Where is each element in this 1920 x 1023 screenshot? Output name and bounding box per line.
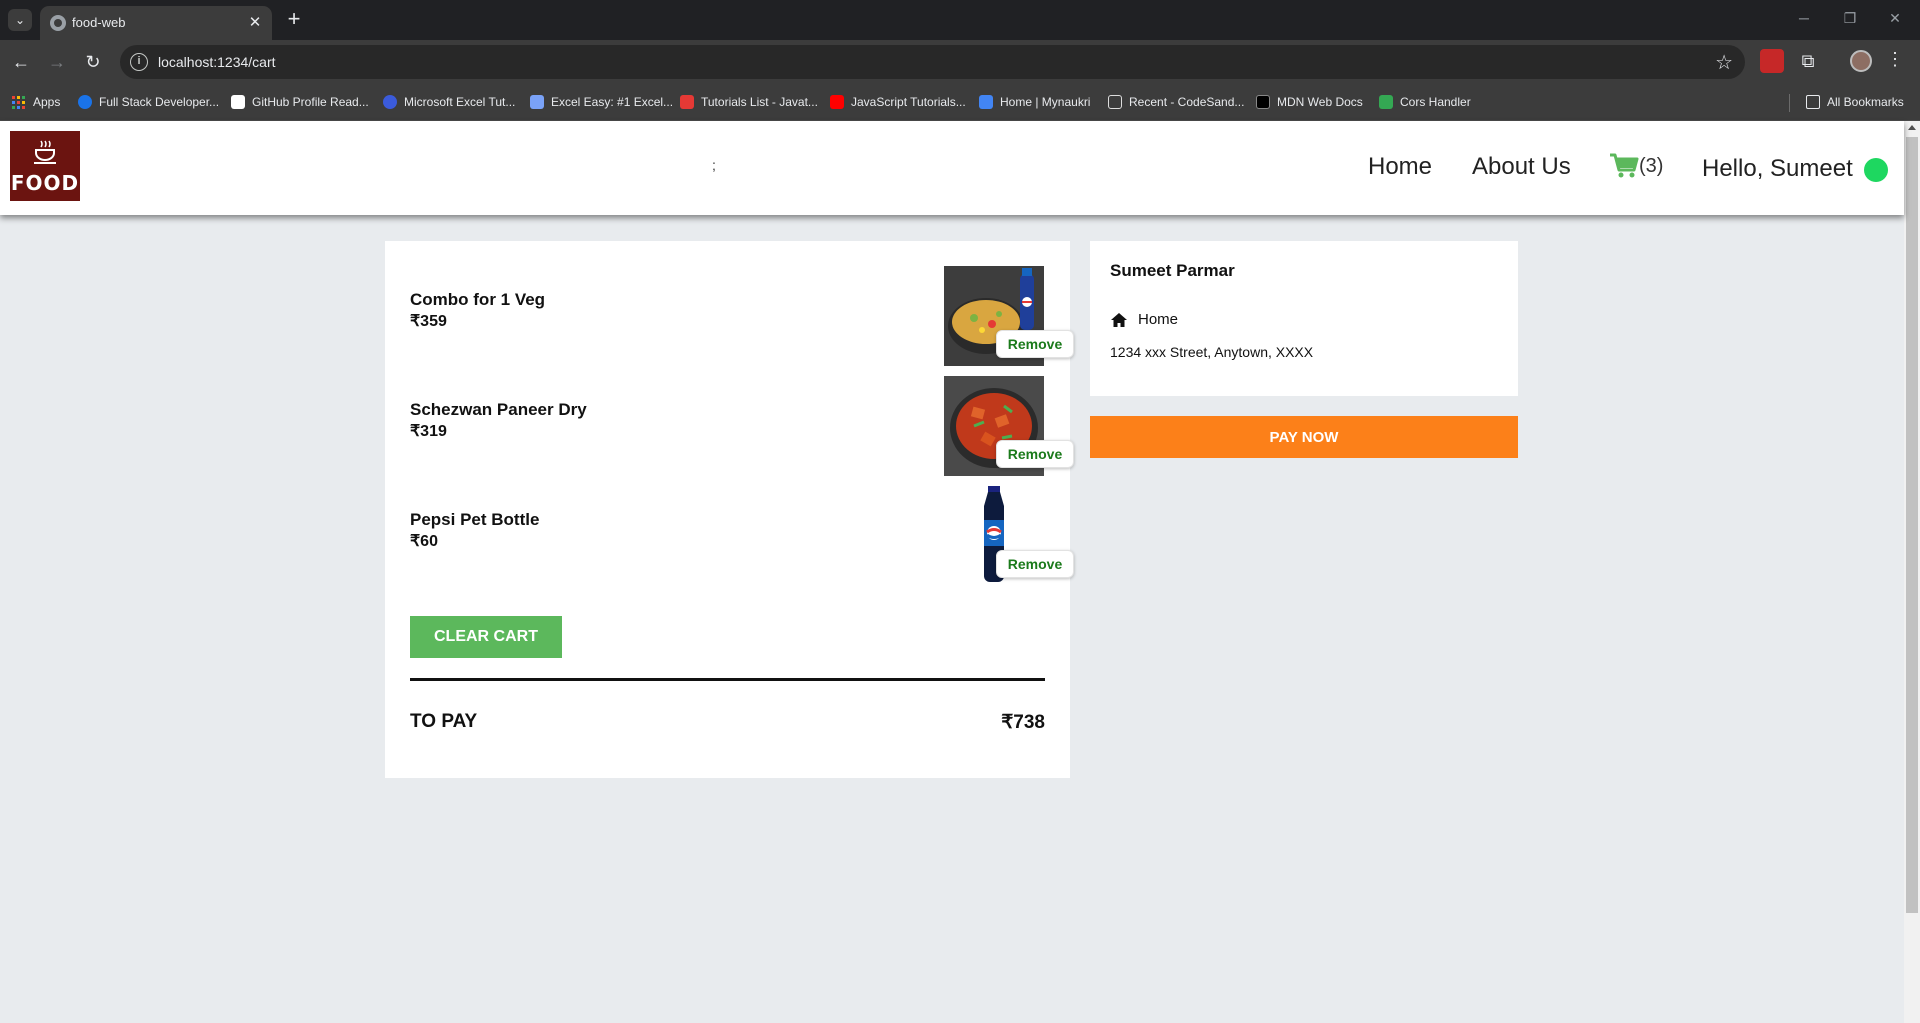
item-name: Combo for 1 Veg	[410, 290, 546, 309]
home-icon	[1111, 312, 1127, 327]
bookmark-item[interactable]: Recent - CodeSand...	[1108, 93, 1244, 111]
bookmark-favicon	[979, 95, 993, 109]
address-type: Home	[1138, 311, 1179, 328]
profile-avatar[interactable]	[1850, 50, 1872, 72]
back-button[interactable]: ←	[8, 49, 34, 75]
to-pay-label: TO PAY	[410, 711, 478, 732]
bookmark-favicon	[383, 95, 397, 109]
tab-strip: ⌄ food-web ✕ + ─ ❐ ✕	[0, 0, 1920, 40]
item-price: ₹359	[410, 313, 447, 330]
bookmark-favicon	[1379, 95, 1393, 109]
menu-icon[interactable]: ⋮	[1886, 49, 1904, 70]
cart-items-card: Combo for 1 Veg ₹359 Remove Schezwan Pan…	[385, 241, 1074, 778]
info-icon[interactable]: i	[130, 53, 148, 71]
new-tab-button[interactable]: +	[282, 8, 306, 32]
item-price: ₹60	[410, 533, 438, 550]
bookmark-favicon	[231, 95, 245, 109]
cart-item: Schezwan Paneer Dry ₹319 Remove	[410, 376, 1074, 476]
bookmark-star-icon[interactable]: ☆	[1715, 50, 1733, 75]
bookmark-item[interactable]: Microsoft Excel Tut...	[383, 93, 515, 111]
bookmark-item[interactable]: MDN Web Docs	[1256, 93, 1363, 111]
nav-home-link[interactable]: Home	[1368, 153, 1432, 181]
globe-icon	[50, 15, 66, 31]
browser-chrome: ⌄ food-web ✕ + ─ ❐ ✕ ← → ↻ i localhost:1…	[0, 0, 1920, 121]
bookmark-favicon	[680, 95, 694, 109]
bookmark-item[interactable]: Cors Handler	[1379, 93, 1471, 111]
bookmarks-separator	[1789, 94, 1790, 112]
bookmark-favicon	[1108, 95, 1122, 109]
all-bookmarks-button[interactable]: All Bookmarks	[1806, 93, 1904, 111]
logo-text: FOOD	[10, 171, 80, 195]
scrollbar-thumb[interactable]	[1906, 137, 1918, 913]
address-bar[interactable]: i localhost:1234/cart ☆	[120, 45, 1745, 79]
cup-icon	[34, 140, 56, 164]
youtube-icon	[830, 95, 844, 109]
online-status-dot	[1864, 158, 1888, 182]
bookmark-favicon	[78, 95, 92, 109]
forward-button[interactable]: →	[44, 49, 70, 75]
puzzle-icon[interactable]: ⧉	[1796, 49, 1820, 73]
cart-item: Combo for 1 Veg ₹359 Remove	[410, 266, 1074, 366]
bookmark-apps[interactable]: Apps	[12, 93, 60, 111]
remove-button[interactable]: Remove	[996, 440, 1074, 468]
tab-search-button[interactable]: ⌄	[8, 9, 32, 31]
page-scrollbar[interactable]	[1904, 121, 1920, 1023]
food-logo[interactable]: FOOD	[10, 131, 80, 201]
cart-icon	[1610, 153, 1639, 178]
browser-toolbar: ← → ↻ i localhost:1234/cart ☆ ⧉ ⋮	[0, 40, 1920, 84]
cart-item: Pepsi Pet Bottle ₹60 Remove	[410, 486, 1074, 586]
app-header: FOOD ; Home About Us (3) Hello, Sumeet	[0, 121, 1904, 215]
pay-now-button[interactable]: PAY NOW	[1090, 416, 1518, 458]
close-window-button[interactable]: ✕	[1883, 10, 1907, 27]
folder-icon	[1806, 95, 1820, 109]
apps-grid-icon	[12, 95, 25, 109]
clear-cart-button[interactable]: CLEAR CART	[410, 616, 562, 658]
bookmark-item[interactable]: JavaScript Tutorials...	[830, 93, 966, 111]
scroll-up-arrow-icon[interactable]	[1908, 125, 1916, 130]
bookmark-item[interactable]: GitHub Profile Read...	[231, 93, 369, 111]
divider	[410, 678, 1045, 681]
cart-link[interactable]: (3)	[1609, 153, 1663, 179]
remove-button[interactable]: Remove	[996, 330, 1074, 358]
close-icon[interactable]: ✕	[246, 14, 264, 32]
restore-button[interactable]: ❐	[1838, 10, 1862, 27]
address-type-row: Home	[1110, 311, 1178, 328]
remove-button[interactable]: Remove	[996, 550, 1074, 578]
browser-tab[interactable]: food-web ✕	[40, 6, 272, 40]
delivery-address-card: Sumeet Parmar Home 1234 xxx Street, Anyt…	[1090, 241, 1518, 396]
item-price: ₹319	[410, 423, 447, 440]
header-text: ;	[712, 157, 716, 173]
address-line: 1234 xxx Street, Anytown, XXXX	[1110, 344, 1314, 360]
tab-title: food-web	[72, 15, 126, 30]
bookmark-item[interactable]: Full Stack Developer...	[78, 93, 219, 111]
bookmark-favicon	[530, 95, 544, 109]
bookmark-item[interactable]: Home | Mynaukri	[979, 93, 1090, 111]
url-text[interactable]: localhost:1234/cart	[158, 54, 276, 70]
customer-name: Sumeet Parmar	[1110, 261, 1235, 280]
item-name: Pepsi Pet Bottle	[410, 510, 540, 529]
nav-about-link[interactable]: About Us	[1472, 153, 1571, 181]
mdn-icon	[1256, 95, 1270, 109]
user-greeting: Hello, Sumeet	[1702, 155, 1853, 182]
bookmark-item[interactable]: Tutorials List - Javat...	[680, 93, 818, 111]
reload-button[interactable]: ↻	[80, 49, 106, 75]
bookmark-item[interactable]: Excel Easy: #1 Excel...	[530, 93, 673, 111]
bookmarks-bar: Apps Full Stack Developer... GitHub Prof…	[0, 84, 1920, 121]
cart-count: (3)	[1639, 154, 1664, 177]
extension-icon[interactable]	[1760, 49, 1784, 73]
minimize-button[interactable]: ─	[1792, 10, 1816, 26]
to-pay-amount: ₹738	[1001, 712, 1045, 733]
item-name: Schezwan Paneer Dry	[410, 400, 587, 419]
